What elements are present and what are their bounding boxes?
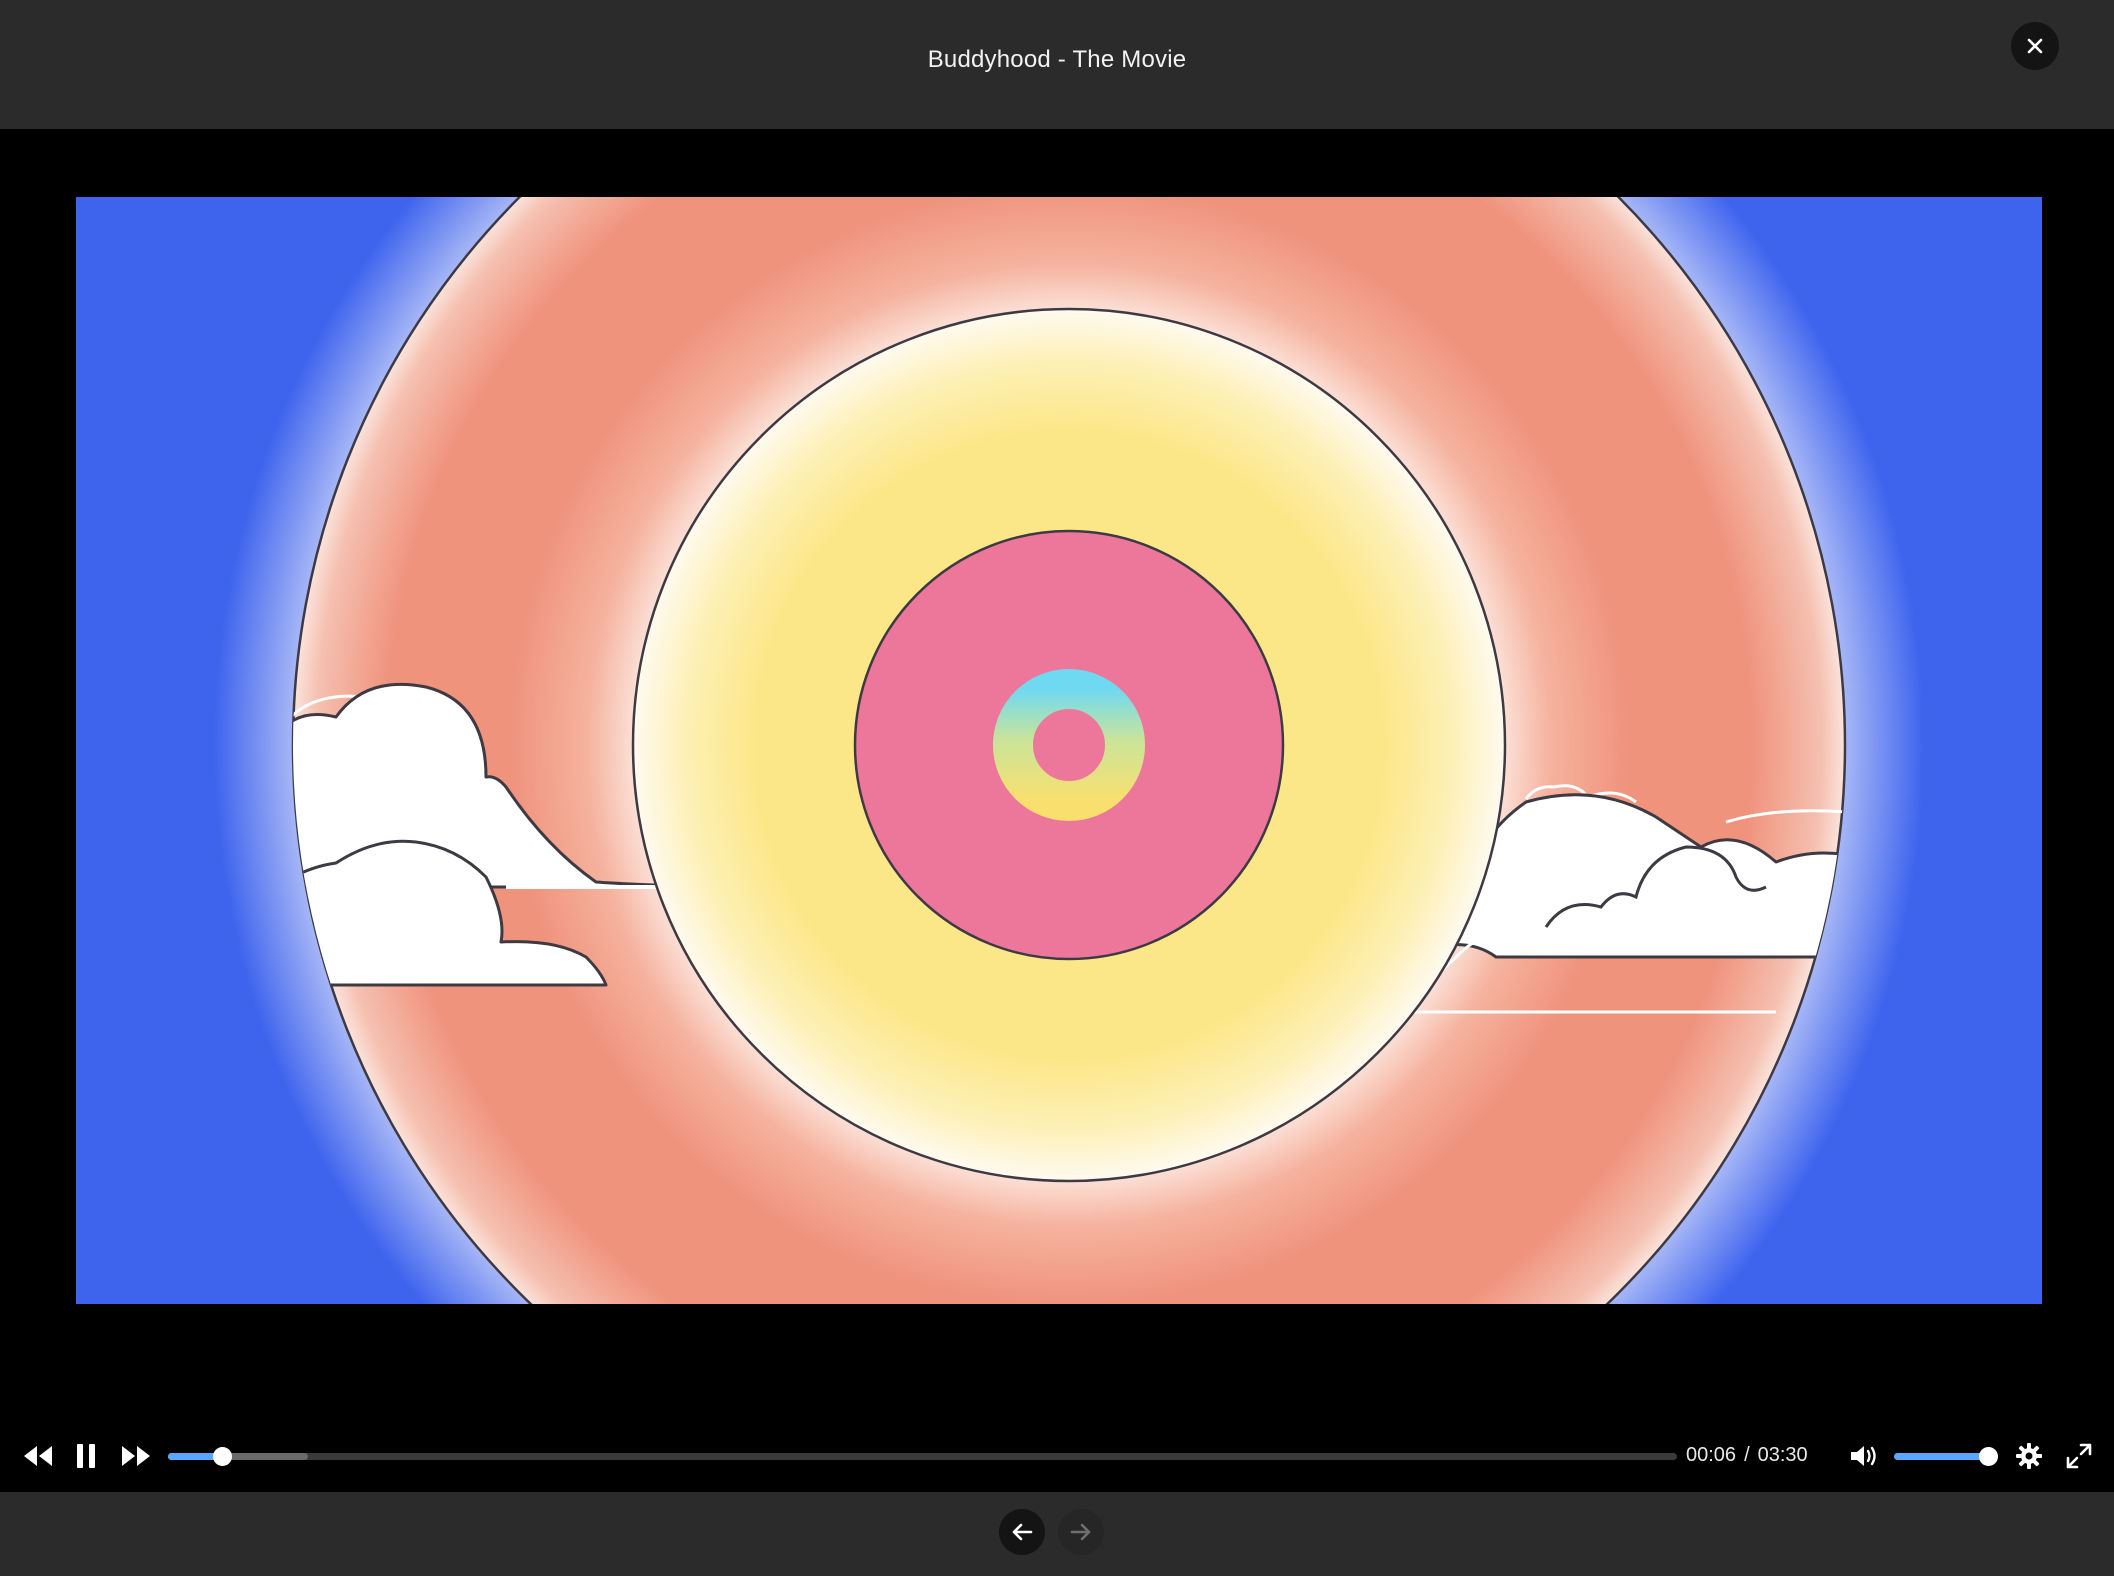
- progress-bar[interactable]: [168, 1447, 1677, 1466]
- arrow-left-icon: [1012, 1523, 1033, 1541]
- player-controls: 00:06 / 03:30: [0, 1430, 2114, 1482]
- rewind-button[interactable]: [18, 1430, 58, 1482]
- video-stage[interactable]: 00:06 / 03:30: [0, 129, 2114, 1491]
- video-viewer: Buddyhood - The Movie 00:06 / 03:30: [0, 0, 2114, 1576]
- next-button: [1058, 1509, 1104, 1555]
- duration: 03:30: [1757, 1444, 1808, 1466]
- pause-icon: [77, 1444, 95, 1468]
- fast-forward-icon: [122, 1446, 150, 1466]
- arrow-right-icon: [1070, 1523, 1091, 1541]
- fullscreen-button[interactable]: [2062, 1430, 2096, 1482]
- time-separator: /: [1744, 1444, 1750, 1466]
- fullscreen-icon: [2066, 1443, 2092, 1469]
- settings-button[interactable]: [2012, 1430, 2046, 1482]
- close-icon: [2027, 38, 2043, 54]
- video-title: Buddyhood - The Movie: [927, 46, 1187, 73]
- video-frame[interactable]: [76, 197, 2042, 1304]
- video-frame-artwork: [76, 197, 2042, 1304]
- fast-forward-button[interactable]: [116, 1430, 156, 1482]
- progress-thumb[interactable]: [213, 1447, 233, 1466]
- time-display: 00:06 / 03:30: [1686, 1444, 1808, 1467]
- rewind-icon: [24, 1446, 52, 1466]
- viewer-header: Buddyhood - The Movie: [0, 0, 2114, 129]
- volume-thumb[interactable]: [1979, 1447, 1998, 1466]
- volume-slider[interactable]: [1894, 1447, 1998, 1466]
- volume-icon: [1851, 1446, 1876, 1466]
- viewer-footer: [0, 1492, 2114, 1576]
- current-time: 00:06: [1686, 1444, 1737, 1466]
- volume-fill: [1894, 1453, 1988, 1460]
- pause-button[interactable]: [68, 1430, 104, 1482]
- mute-button[interactable]: [1846, 1430, 1882, 1482]
- gear-icon: [2016, 1443, 2042, 1469]
- close-button[interactable]: [2011, 22, 2059, 70]
- previous-button[interactable]: [999, 1509, 1045, 1555]
